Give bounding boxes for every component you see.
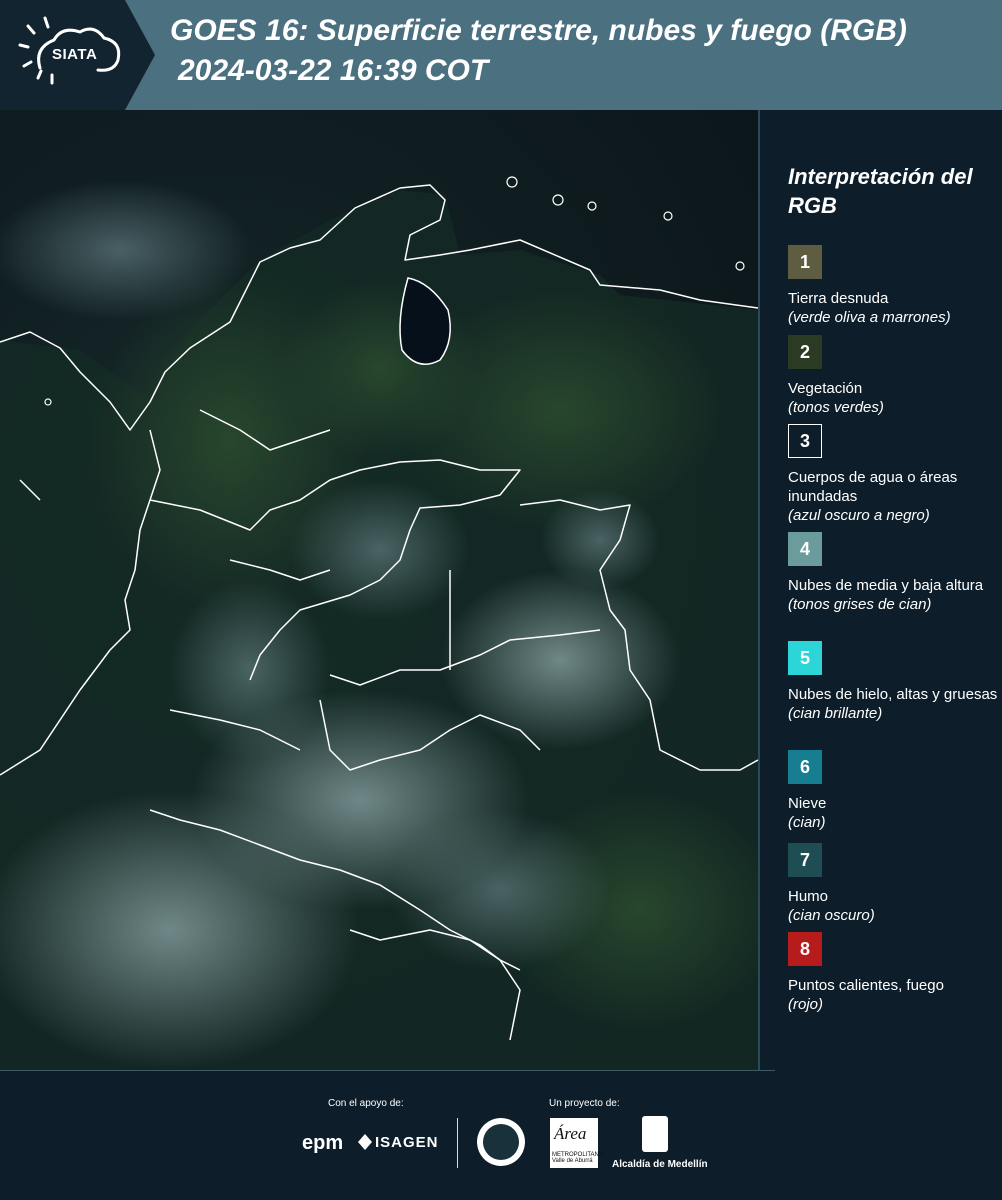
legend-sub-4: (tonos grises de cian) — [788, 596, 932, 613]
rgb-legend: Interpretación del RGB 1 Tierra desnuda … — [760, 110, 1002, 1070]
legend-sub-3: (azul oscuro a negro) — [788, 507, 930, 524]
footer-separator — [0, 1070, 775, 1071]
legend-swatch-6: 6 — [788, 750, 822, 784]
epm-logo: epm — [302, 1132, 344, 1154]
legend-item-2: 2 Vegetación (tonos verdes) — [788, 335, 998, 417]
legend-label-2: Vegetación — [788, 380, 863, 397]
isagen-logo: ISAGEN — [375, 1134, 439, 1151]
legend-swatch-1: 1 — [788, 245, 822, 279]
legend-swatch-5: 5 — [788, 641, 822, 675]
support-label: Con el apoyo de: — [328, 1098, 404, 1109]
page-title: GOES 16: Superficie terrestre, nubes y f… — [170, 14, 907, 47]
legend-label-6: Nieve — [788, 795, 827, 812]
alcaldia-label: Alcaldía de Medellín — [612, 1159, 708, 1170]
legend-label-1: Tierra desnuda — [788, 290, 889, 307]
legend-item-8: 8 Puntos calientes, fuego (rojo) — [788, 932, 998, 1014]
siata-logo-text: SIATA — [52, 46, 98, 63]
legend-item-6: 6 Nieve (cian) — [788, 750, 998, 832]
legend-sub-6: (cian) — [788, 814, 826, 831]
legend-swatch-8: 8 — [788, 932, 822, 966]
legend-sub-8: (rojo) — [788, 996, 824, 1013]
page-timestamp: 2024-03-22 16:39 COT — [178, 54, 489, 87]
legend-label-5: Nubes de hielo, altas y gruesas — [788, 686, 998, 703]
project-label: Un proyecto de: — [549, 1098, 620, 1109]
legend-item-4: 4 Nubes de media y baja altura (tonos gr… — [788, 532, 998, 614]
legend-sub-7: (cian oscuro) — [788, 907, 875, 924]
legend-sub-2: (tonos verdes) — [788, 399, 884, 416]
legend-swatch-3: 3 — [788, 424, 822, 458]
alcaldia-shield-icon — [642, 1116, 668, 1152]
udea-seal-icon — [477, 1118, 525, 1166]
legend-item-7: 7 Humo (cian oscuro) — [788, 843, 998, 925]
legend-label-8: Puntos calientes, fuego — [788, 977, 944, 994]
siata-logo: SIATA — [0, 0, 155, 110]
legend-item-5: 5 Nubes de hielo, altas y gruesas (cian … — [788, 641, 998, 723]
legend-label-4: Nubes de media y baja altura — [788, 577, 984, 594]
legend-swatch-2: 2 — [788, 335, 822, 369]
legend-item-3: 3 Cuerpos de agua o áreas inundadas (azu… — [788, 424, 998, 525]
map-image — [0, 176, 758, 1070]
legend-item-1: 1 Tierra desnuda (verde oliva a marrones… — [788, 245, 998, 327]
legend-sub-5: (cian brillante) — [788, 705, 883, 722]
footer-divider — [457, 1118, 458, 1168]
footer: Con el apoyo de: Un proyecto de: epm ISA… — [0, 1070, 1002, 1200]
legend-title: Interpretación del RGB — [788, 164, 973, 218]
isagen-icon — [358, 1134, 372, 1150]
area-logo-subtext: METROPOLITANA Valle de Aburrá — [552, 1152, 603, 1164]
legend-label-3: Cuerpos de agua o áreas inundadas — [788, 469, 958, 505]
legend-sub-1: (verde oliva a marrones) — [788, 309, 951, 326]
satellite-map — [0, 110, 758, 1070]
header-banner: SIATA GOES 16: Superficie terrestre, nub… — [0, 0, 1002, 110]
area-logo-text: Área — [554, 1124, 587, 1143]
legend-swatch-7: 7 — [788, 843, 822, 877]
legend-label-7: Humo — [788, 888, 829, 905]
area-metropolitana-logo: Área METROPOLITANA Valle de Aburrá — [550, 1118, 603, 1168]
legend-swatch-4: 4 — [788, 532, 822, 566]
